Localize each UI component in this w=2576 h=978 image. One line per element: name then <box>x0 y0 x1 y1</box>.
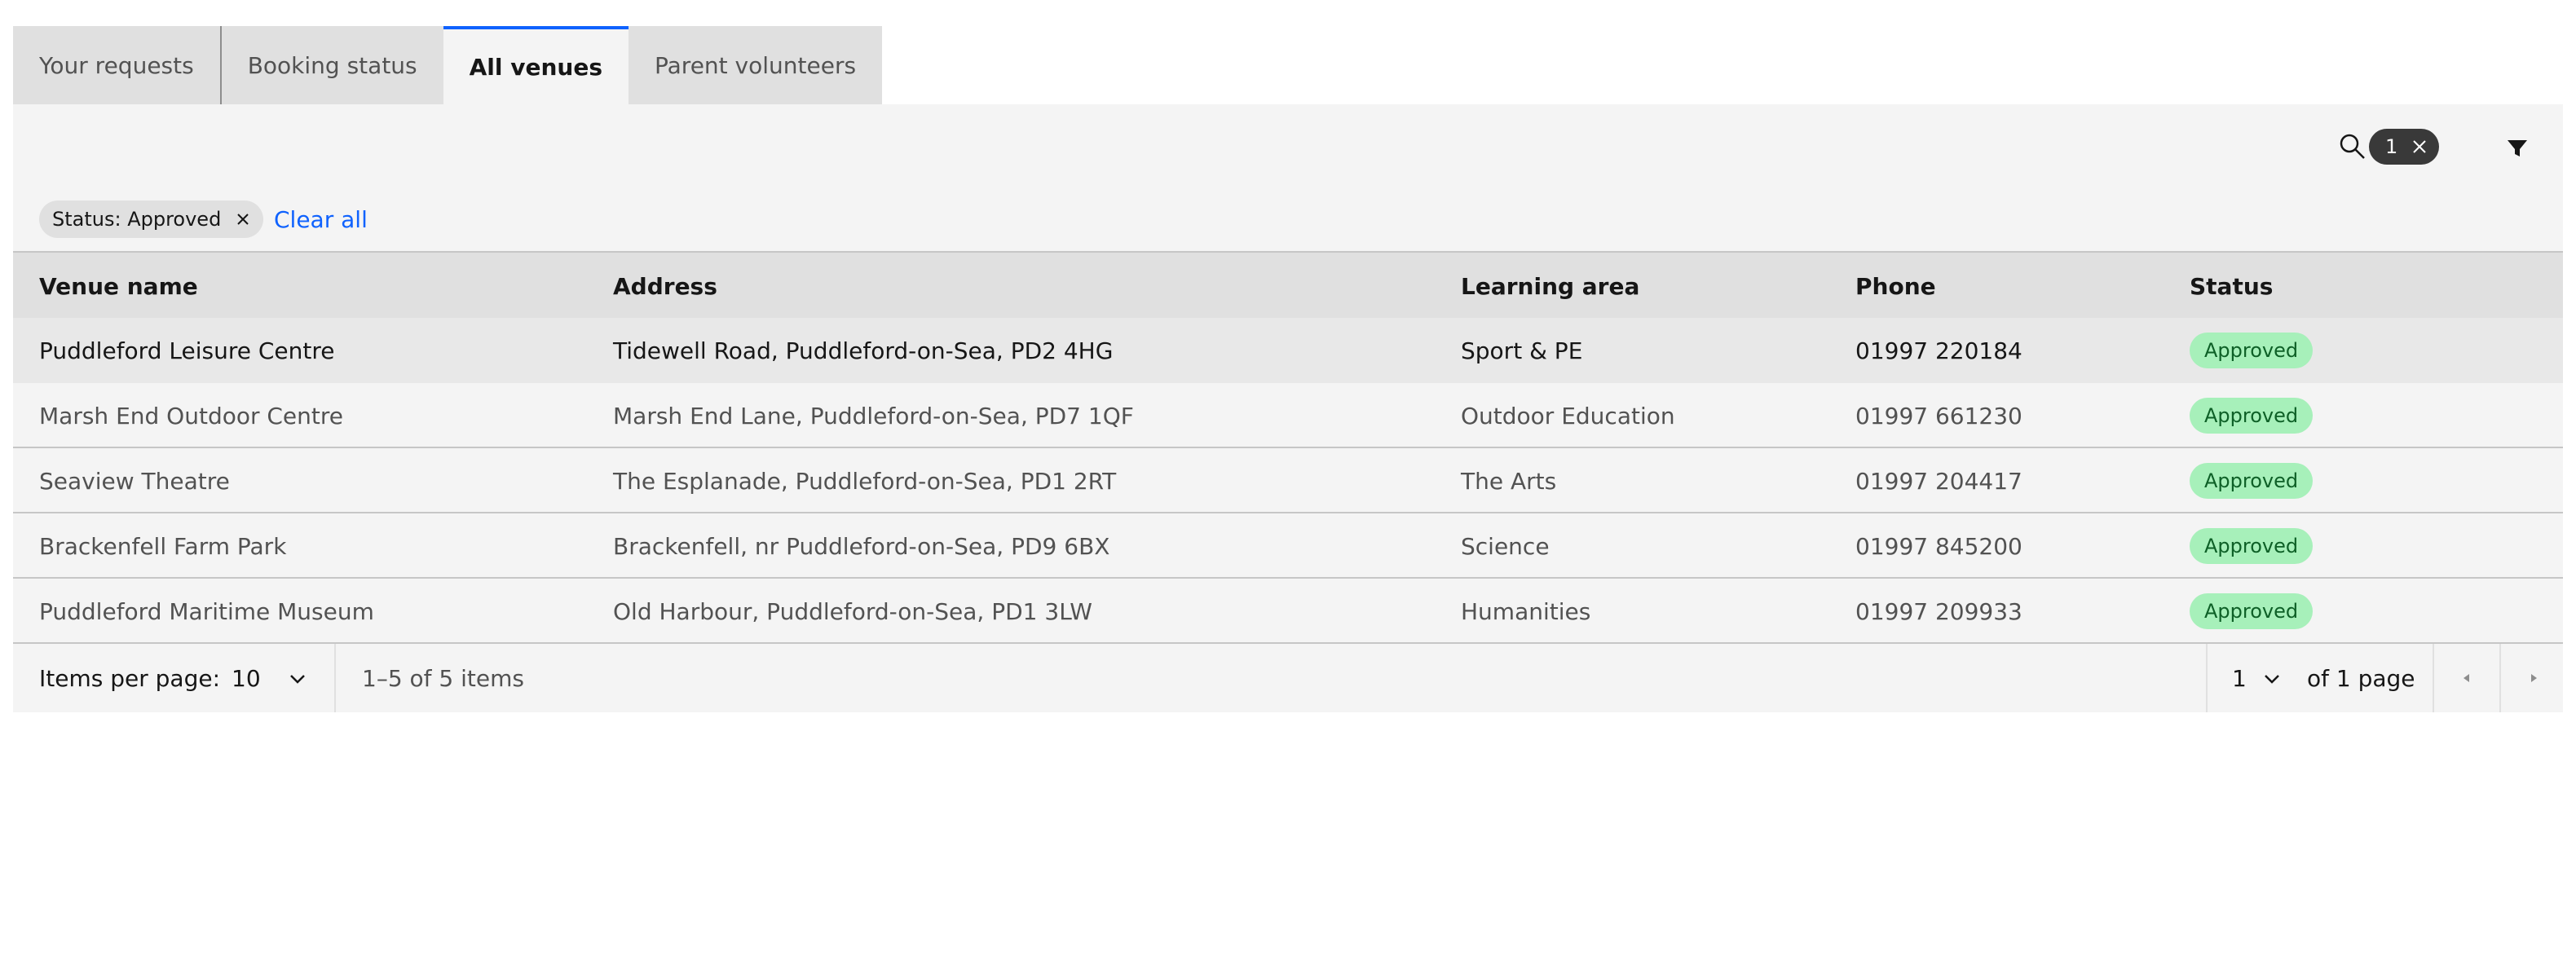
address-cell: The Esplanade, Puddleford-on-Sea, PD1 2R… <box>613 467 1117 495</box>
items-per-page-value: 10 <box>232 664 261 692</box>
caret-left-icon <box>2464 674 2469 682</box>
table-row[interactable]: Seaview Theatre The Esplanade, Puddlefor… <box>13 448 2563 513</box>
close-icon[interactable] <box>236 212 250 227</box>
page-number: 1 <box>2232 664 2247 692</box>
next-page-button[interactable] <box>2501 644 2566 712</box>
address-cell: Tidewell Road, Puddleford-on-Sea, PD2 4H… <box>613 337 1114 364</box>
venue-name-cell: Marsh End Outdoor Centre <box>39 402 344 430</box>
close-icon[interactable] <box>2411 139 2428 155</box>
filter-chip-label: Status: Approved <box>52 208 222 231</box>
venues-panel: 1 Status: Approved Clear all Venue name … <box>13 104 2563 712</box>
learning-area-cell: Science <box>1461 532 1550 560</box>
tab-parent-volunteers[interactable]: Parent volunteers <box>629 26 883 104</box>
table-toolbar: 1 <box>2074 104 2563 189</box>
page-select[interactable]: 1 <box>2232 644 2289 712</box>
learning-area-cell: The Arts <box>1461 467 1557 495</box>
learning-area-cell: Humanities <box>1461 597 1591 625</box>
status-cell: Approved <box>2190 383 2314 448</box>
tab-all-venues[interactable]: All venues <box>443 26 629 104</box>
phone-cell: 01997 845200 <box>1855 532 2022 560</box>
divider <box>334 644 336 712</box>
active-filter-count: 1 <box>2385 135 2398 158</box>
previous-page-button[interactable] <box>2434 644 2499 712</box>
item-range-text: 1–5 of 5 items <box>362 664 524 692</box>
total-pages-text: of 1 page <box>2307 664 2415 692</box>
clear-all-button[interactable]: Clear all <box>274 200 368 238</box>
items-per-page-select[interactable]: 10 <box>232 644 321 712</box>
phone-cell: 01997 661230 <box>1855 402 2022 430</box>
search-icon[interactable] <box>2338 132 2367 161</box>
column-header-address[interactable]: Address <box>613 253 717 319</box>
pagination-bar: Items per page: 10 1–5 of 5 items 1 of 1… <box>13 642 2563 712</box>
caret-right-icon <box>2531 674 2537 682</box>
table-header: Venue name Address Learning area Phone S… <box>13 251 2563 318</box>
learning-area-cell: Sport & PE <box>1461 337 1583 364</box>
venues-table: Venue name Address Learning area Phone S… <box>13 251 2563 644</box>
items-per-page-label: Items per page: <box>39 664 221 692</box>
status-badge: Approved <box>2190 398 2314 434</box>
status-badge: Approved <box>2190 528 2314 564</box>
venue-name-cell: Brackenfell Farm Park <box>39 532 287 560</box>
table-row[interactable]: Puddleford Maritime Museum Old Harbour, … <box>13 579 2563 644</box>
address-cell: Old Harbour, Puddleford-on-Sea, PD1 3LW <box>613 597 1092 625</box>
filter-chip-status: Status: Approved <box>39 200 264 238</box>
tab-your-requests[interactable]: Your requests <box>13 26 222 104</box>
status-cell: Approved <box>2190 318 2314 383</box>
column-header-status[interactable]: Status <box>2190 253 2273 319</box>
tab-booking-status[interactable]: Booking status <box>221 26 443 104</box>
status-cell: Approved <box>2190 448 2314 513</box>
venue-name-cell: Puddleford Leisure Centre <box>39 337 335 364</box>
venue-name-cell: Puddleford Maritime Museum <box>39 597 374 625</box>
table-row[interactable]: Puddleford Leisure Centre Tidewell Road,… <box>13 318 2563 383</box>
phone-cell: 01997 204417 <box>1855 467 2022 495</box>
status-badge: Approved <box>2190 333 2314 368</box>
tab-list: Your requests Booking status All venues … <box>13 26 883 104</box>
column-header-learning-area[interactable]: Learning area <box>1461 253 1639 319</box>
filter-icon[interactable] <box>2498 129 2537 168</box>
chevron-down-icon <box>2265 675 2279 684</box>
status-cell: Approved <box>2190 513 2314 579</box>
divider <box>2206 644 2208 712</box>
active-filter-count-tag[interactable]: 1 <box>2369 129 2439 165</box>
phone-cell: 01997 209933 <box>1855 597 2022 625</box>
status-badge: Approved <box>2190 463 2314 499</box>
venue-name-cell: Seaview Theatre <box>39 467 230 495</box>
table-row[interactable]: Marsh End Outdoor Centre Marsh End Lane,… <box>13 383 2563 448</box>
column-header-phone[interactable]: Phone <box>1855 253 1936 319</box>
table-row[interactable]: Brackenfell Farm Park Brackenfell, nr Pu… <box>13 513 2563 579</box>
column-header-venue-name[interactable]: Venue name <box>39 253 198 319</box>
phone-cell: 01997 220184 <box>1855 337 2022 364</box>
learning-area-cell: Outdoor Education <box>1461 402 1675 430</box>
address-cell: Marsh End Lane, Puddleford-on-Sea, PD7 1… <box>613 402 1134 430</box>
chevron-down-icon <box>290 675 305 684</box>
address-cell: Brackenfell, nr Puddleford-on-Sea, PD9 6… <box>613 532 1110 560</box>
status-badge: Approved <box>2190 593 2314 629</box>
status-cell: Approved <box>2190 579 2314 644</box>
